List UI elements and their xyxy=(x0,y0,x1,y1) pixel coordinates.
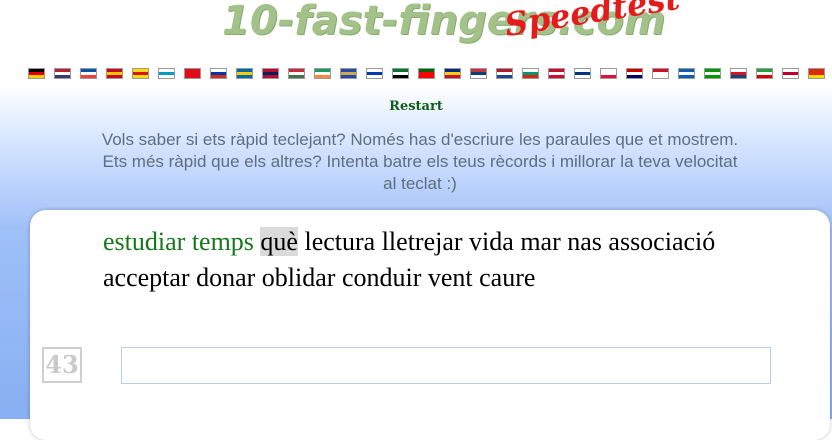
word-pending: lletrejar xyxy=(381,227,463,256)
flag-sweden-icon[interactable] xyxy=(236,68,253,79)
flag-esperanto-icon[interactable] xyxy=(704,68,721,79)
flag-catalonia-icon[interactable] xyxy=(132,68,149,79)
flag-malaysia-icon[interactable] xyxy=(626,68,643,79)
word-pending: oblidar xyxy=(261,263,336,292)
flag-iran-icon[interactable] xyxy=(756,68,773,79)
flag-japan-icon[interactable] xyxy=(782,68,799,79)
flag-usa-icon[interactable] xyxy=(54,68,71,79)
word-list: estudiar temps què lectura lletrejar vid… xyxy=(103,224,763,296)
flag-kosovo-icon[interactable] xyxy=(340,68,357,79)
word-pending: vida xyxy=(469,227,514,256)
word-pending: vent xyxy=(427,263,473,292)
word-pending: donar xyxy=(196,263,256,292)
flag-greece-icon[interactable] xyxy=(678,68,695,79)
flag-portugal-icon[interactable] xyxy=(418,68,435,79)
word-done: temps xyxy=(191,227,254,256)
flag-spain-icon[interactable] xyxy=(106,68,123,79)
flag-czech-icon[interactable] xyxy=(730,68,747,79)
flag-hungary-icon[interactable] xyxy=(288,68,305,79)
intro-text: Vols saber si ets ràpid teclejant? Només… xyxy=(101,130,739,193)
flag-russia-icon[interactable] xyxy=(210,68,227,79)
flag-poland-icon[interactable] xyxy=(600,68,617,79)
timer-display: 43 xyxy=(42,347,82,383)
typing-input[interactable] xyxy=(121,347,771,384)
flag-denmark-icon[interactable] xyxy=(548,68,565,79)
word-pending: caure xyxy=(479,263,536,292)
flag-china-icon[interactable] xyxy=(808,68,825,79)
flag-bulgaria-icon[interactable] xyxy=(522,68,539,79)
flag-germany-icon[interactable] xyxy=(28,68,45,79)
word-pending: associació xyxy=(608,227,716,256)
restart-link[interactable]: Restart xyxy=(0,99,832,114)
flag-israel-icon[interactable] xyxy=(366,68,383,79)
flag-netherlands-icon[interactable] xyxy=(496,68,513,79)
word-pending: mar xyxy=(520,227,561,256)
word-pending: acceptar xyxy=(103,263,190,292)
flag-france-icon[interactable] xyxy=(80,68,97,79)
flag-norway-icon[interactable] xyxy=(262,68,279,79)
word-done: estudiar xyxy=(103,227,186,256)
site-logo[interactable]: 10-fast-fingers.com Speedtest xyxy=(0,0,832,60)
flag-turkey-icon[interactable] xyxy=(184,68,201,79)
flag-indonesia-icon[interactable] xyxy=(652,68,669,79)
word-pending: lectura xyxy=(304,227,376,256)
flag-uae-icon[interactable] xyxy=(392,68,409,79)
flag-finland-icon[interactable] xyxy=(574,68,591,79)
word-current: què xyxy=(260,227,298,256)
flag-galicia-icon[interactable] xyxy=(158,68,175,79)
word-pending: nas xyxy=(567,227,602,256)
flag-serbia-icon[interactable] xyxy=(470,68,487,79)
flag-ireland-icon[interactable] xyxy=(314,68,331,79)
flag-romania-icon[interactable] xyxy=(444,68,461,79)
word-pending: conduir xyxy=(341,263,422,292)
